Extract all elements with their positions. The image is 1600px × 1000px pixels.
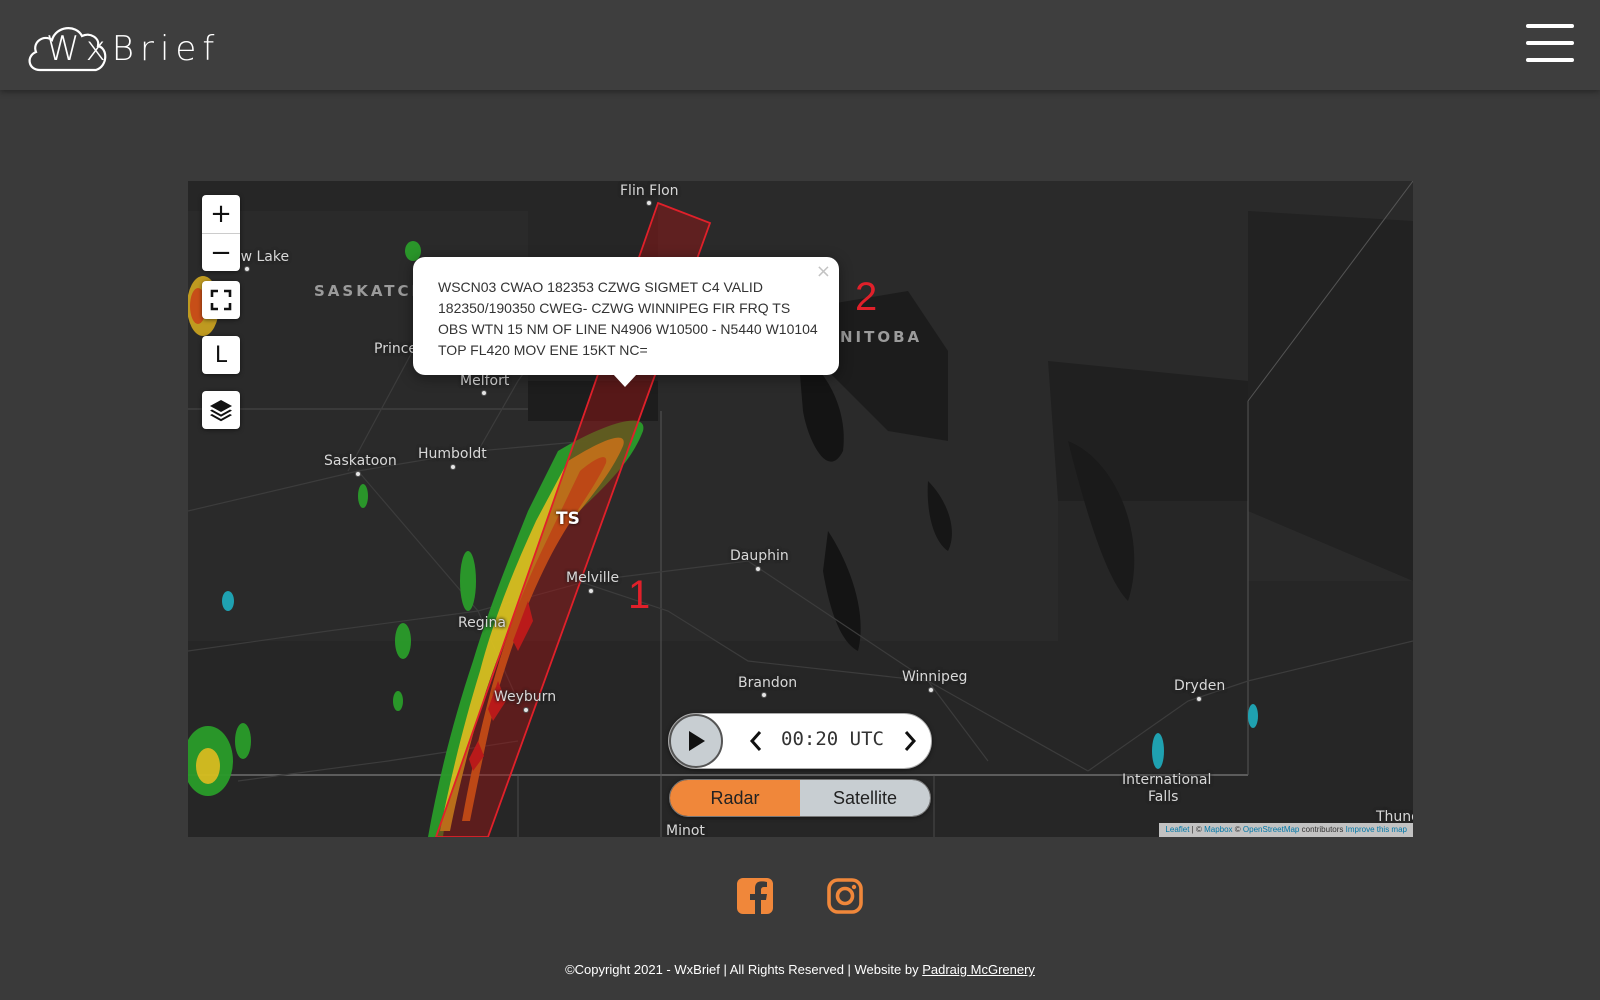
place-international-falls-2: Falls (1148, 789, 1179, 805)
weather-map[interactable]: Flin Flon ow Lake SASKATCH NITOBA Prince… (188, 181, 1413, 837)
map-attribution: Leaflet | © Mapbox © OpenStreetMap contr… (1159, 823, 1413, 837)
hamburger-menu-icon[interactable] (1526, 24, 1574, 66)
region-saskatchewan: SASKATCH (314, 282, 428, 300)
place-winnipeg: Winnipeg (902, 669, 968, 685)
leaflet-link[interactable]: Leaflet (1165, 825, 1189, 834)
layers-button[interactable] (202, 391, 240, 429)
place-flin-flon: Flin Flon (620, 183, 679, 199)
osm-link[interactable]: OpenStreetMap (1243, 825, 1299, 834)
place-meadow-lake: ow Lake (232, 249, 290, 265)
mapbox-link[interactable]: Mapbox (1204, 825, 1232, 834)
footer: ©Copyright 2021 - WxBrief | All Rights R… (0, 962, 1600, 977)
zoom-in-button[interactable]: + (202, 195, 240, 233)
radar-toggle-button[interactable]: Radar (670, 780, 800, 816)
place-dot (523, 707, 529, 713)
attribution-contrib: contributors (1299, 825, 1346, 834)
place-dot (1196, 696, 1202, 702)
place-melville: Melville (566, 570, 620, 586)
place-weyburn: Weyburn (494, 689, 557, 705)
header: WxBrief (0, 0, 1600, 90)
chevron-right-icon (904, 731, 917, 751)
place-dot (755, 566, 761, 572)
place-regina: Regina (458, 615, 506, 631)
place-dot (588, 588, 594, 594)
place-prince-albert: Prince (374, 341, 418, 357)
logo-text: WxBrief (46, 29, 221, 69)
satellite-toggle-button[interactable]: Satellite (800, 780, 930, 816)
author-link[interactable]: Padraig McGrenery (922, 962, 1035, 977)
facebook-link[interactable] (737, 878, 773, 919)
ts-label: TS (556, 509, 580, 529)
place-dot (761, 692, 767, 698)
instagram-icon (827, 878, 863, 914)
layers-icon (210, 400, 232, 422)
sigmet-area-2[interactable]: 2 (855, 275, 877, 320)
place-humboldt: Humboldt (418, 446, 487, 462)
fullscreen-icon (210, 289, 232, 311)
play-button[interactable] (669, 714, 723, 768)
zoom-control: + − (202, 195, 240, 271)
improve-map-link[interactable]: Improve this map (1346, 825, 1407, 834)
attribution-sep: © (1232, 825, 1243, 834)
place-minot: Minot (666, 823, 705, 837)
place-dot (481, 390, 487, 396)
popup-tip (613, 374, 637, 387)
sigmet-popup: WSCN03 CWAO 182353 CZWG SIGMET C4 VALID … (413, 257, 839, 387)
layer-toggle: Radar Satellite (669, 779, 931, 817)
place-brandon: Brandon (738, 675, 798, 691)
place-international-falls: International (1122, 772, 1212, 788)
place-saskatoon: Saskatoon (324, 453, 397, 469)
place-dot (450, 464, 456, 470)
place-dauphin: Dauphin (730, 548, 789, 564)
next-frame-button[interactable] (899, 726, 921, 756)
place-dot (355, 471, 361, 477)
previous-frame-button[interactable] (745, 726, 767, 756)
timeline-time: 00:20 UTC (781, 728, 884, 750)
wxbrief-logo[interactable]: WxBrief (26, 20, 256, 76)
place-dot (646, 200, 652, 206)
timeline-control: 00:20 UTC (668, 713, 932, 769)
place-melfort: Melfort (460, 373, 510, 389)
place-dot (928, 687, 934, 693)
place-dot (244, 266, 250, 272)
attribution-sep: | © (1189, 825, 1205, 834)
instagram-link[interactable] (827, 878, 863, 919)
popup-close-button[interactable]: × (816, 261, 831, 282)
zoom-out-button[interactable]: − (202, 233, 240, 271)
sigmet-popup-text: WSCN03 CWAO 182353 CZWG SIGMET C4 VALID … (438, 279, 818, 358)
fullscreen-button[interactable] (202, 281, 240, 319)
facebook-icon (737, 878, 773, 914)
play-icon (689, 731, 705, 751)
chevron-left-icon (749, 731, 762, 751)
sigmet-area-1[interactable]: 1 (628, 573, 650, 618)
locate-button[interactable]: L (202, 336, 240, 374)
footer-text: Copyright 2021 - WxBrief | All Rights Re… (574, 962, 923, 977)
region-manitoba: NITOBA (840, 328, 923, 346)
copyright-icon: © (565, 962, 575, 977)
place-dryden: Dryden (1174, 678, 1226, 694)
